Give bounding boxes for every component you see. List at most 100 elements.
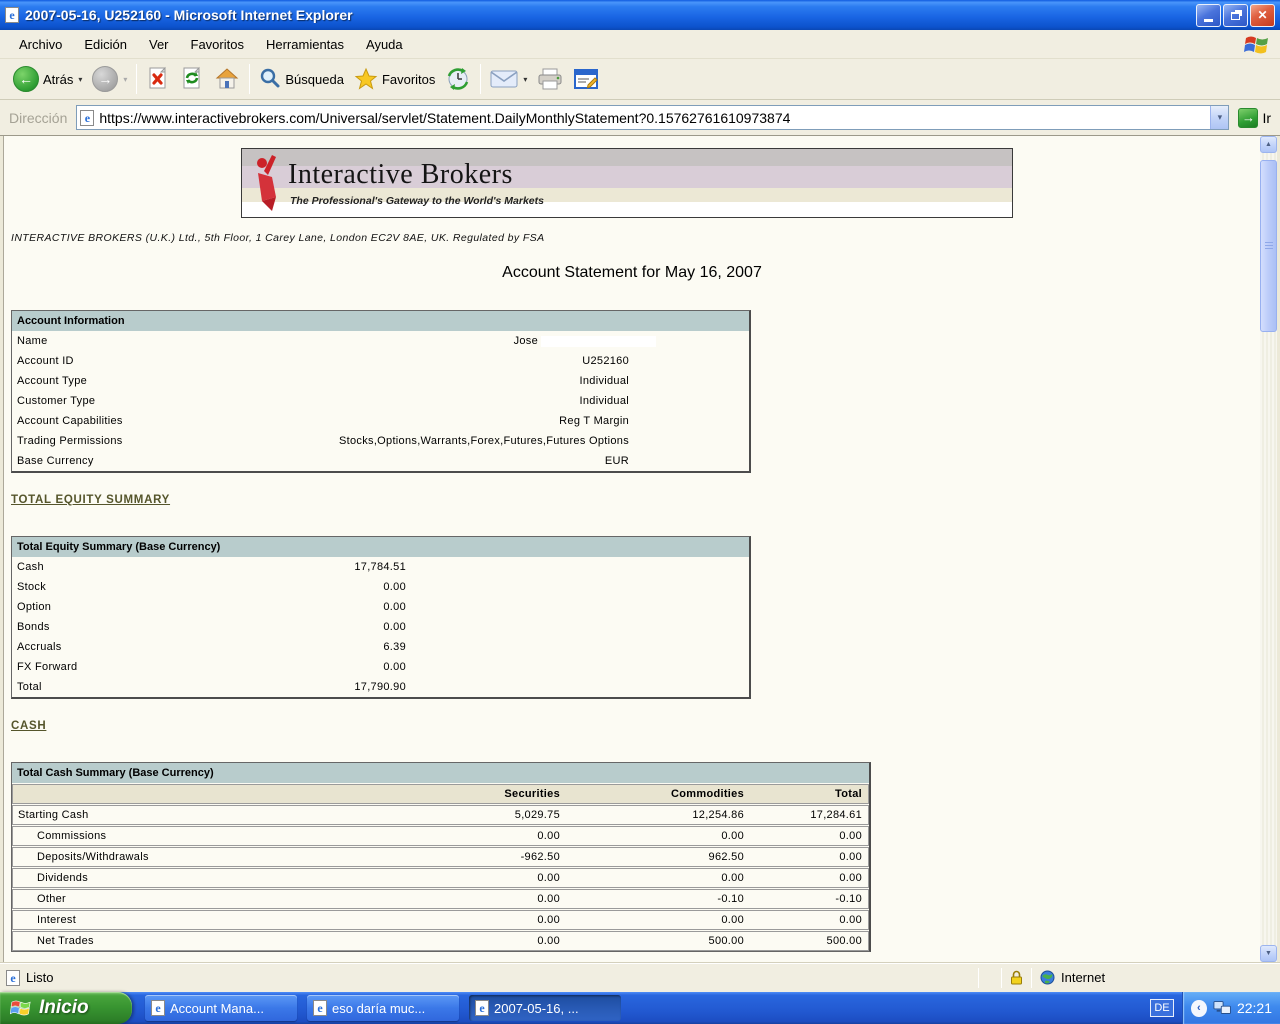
refresh-button[interactable] — [175, 62, 209, 96]
table-row: Other 0.00 -0.10 -0.10 — [12, 889, 869, 909]
forward-dropdown-icon[interactable]: ▾ — [123, 75, 127, 84]
chevron-down-icon: ▾ — [1217, 112, 1223, 122]
mail-button[interactable]: ▾ — [485, 62, 532, 96]
restore-button[interactable] — [1223, 3, 1248, 27]
table-row: Trading Permissions Stocks,Options,Warra… — [12, 431, 749, 451]
close-button[interactable]: ✕ — [1250, 3, 1275, 27]
row-label: Starting Cash — [18, 809, 89, 821]
stop-button[interactable] — [141, 62, 175, 96]
taskbar-task-account-management[interactable]: e Account Mana... — [145, 995, 297, 1021]
ie-page-icon: e — [80, 109, 95, 126]
row-value: Stocks,Options,Warrants,Forex,Futures,Fu… — [339, 435, 629, 447]
favorites-button[interactable]: Favoritos — [349, 62, 440, 96]
vertical-scrollbar[interactable]: ▲ ▼ — [1260, 136, 1277, 962]
go-label: Ir — [1262, 109, 1271, 126]
menu-favoritos[interactable]: Favoritos — [180, 37, 255, 52]
back-dropdown-icon[interactable]: ▾ — [78, 75, 82, 84]
search-icon — [261, 68, 280, 88]
table-row: Starting Cash 5,029.75 12,254.86 17,284.… — [12, 805, 869, 825]
scroll-up-button[interactable]: ▲ — [1260, 136, 1277, 153]
toolbar-separator — [136, 64, 138, 94]
ie-page-icon: e — [313, 1000, 327, 1016]
hide-icons-chevron-icon[interactable]: ‹ — [1191, 999, 1207, 1017]
search-button[interactable]: Búsqueda — [254, 62, 349, 96]
row-label: Name — [17, 335, 48, 347]
forward-icon: → — [92, 66, 119, 92]
history-icon — [448, 68, 469, 90]
row-label: Total — [17, 681, 42, 693]
taskbar-clock[interactable]: 22:21 — [1237, 1000, 1272, 1016]
row-value: 0.00 — [383, 661, 406, 673]
status-text: Listo — [26, 970, 54, 985]
mail-dropdown-icon[interactable]: ▾ — [523, 75, 527, 84]
table-row: Total 17,790.90 — [12, 677, 749, 697]
table-header: Account Information — [12, 311, 749, 331]
toolbar-separator — [249, 64, 251, 94]
edit-button[interactable] — [568, 62, 604, 96]
system-tray: ‹ 22:21 — [1182, 992, 1280, 1024]
taskbar-task-statement-active[interactable]: e 2007-05-16, ... — [469, 995, 621, 1021]
start-windows-flag-icon — [10, 1000, 31, 1016]
menu-ayuda[interactable]: Ayuda — [355, 37, 414, 52]
forward-button[interactable]: → ▾ — [87, 62, 132, 96]
table-row: Bonds 0.00 — [12, 617, 749, 637]
go-arrow-icon: → — [1238, 107, 1259, 128]
total-equity-summary-table: Total Equity Summary (Base Currency) Cas… — [11, 536, 751, 699]
menu-edicion[interactable]: Edición — [73, 37, 138, 52]
row-value: Jose — [317, 335, 749, 347]
print-button[interactable] — [532, 62, 568, 96]
back-icon: ← — [13, 66, 39, 92]
home-button[interactable] — [209, 62, 245, 96]
interactive-brokers-logo-icon — [252, 153, 282, 218]
menu-archivo[interactable]: Archivo — [8, 37, 73, 52]
scrollbar-thumb[interactable] — [1260, 160, 1277, 332]
row-value: 0.00 — [383, 621, 406, 633]
menu-herramientas[interactable]: Herramientas — [255, 37, 355, 52]
cell-securities: -962.50 — [520, 851, 560, 863]
row-label: Customer Type — [17, 395, 96, 407]
row-label: Interest — [37, 914, 77, 926]
table-row: Name Jose — [12, 331, 749, 351]
back-button[interactable]: ← Atrás ▾ — [8, 62, 87, 96]
minimize-icon — [1204, 18, 1213, 22]
cell-total: 0.00 — [839, 914, 862, 926]
cell-commodities: 962.50 — [708, 851, 744, 863]
history-button[interactable] — [440, 62, 476, 96]
cell-securities: 0.00 — [537, 872, 560, 884]
cell-securities: 0.00 — [537, 914, 560, 926]
row-value: U252160 — [582, 355, 629, 367]
lock-icon — [1011, 970, 1022, 985]
row-label: Deposits/Withdrawals — [37, 851, 149, 863]
column-header-securities: Securities — [504, 788, 560, 800]
table-row: Stock 0.00 — [12, 577, 749, 597]
task-label: Account Mana... — [170, 1000, 264, 1016]
cell-commodities: -0.10 — [717, 893, 744, 905]
print-icon — [538, 68, 562, 90]
row-label: Option — [17, 601, 52, 613]
table-row: Customer Type Individual — [12, 391, 749, 411]
address-dropdown-button[interactable]: ▾ — [1210, 106, 1229, 129]
menu-ver[interactable]: Ver — [138, 37, 180, 52]
internet-globe-icon — [1040, 970, 1055, 985]
browser-content: Interactive Brokers The Professional's G… — [3, 136, 1277, 962]
network-icon[interactable] — [1213, 1000, 1231, 1016]
interactive-brokers-banner: Interactive Brokers The Professional's G… — [241, 148, 1013, 218]
row-label: Cash — [17, 561, 44, 573]
address-url[interactable]: https://www.interactivebrokers.com/Unive… — [99, 110, 1205, 126]
total-equity-summary-link[interactable]: TOTAL EQUITY SUMMARY — [11, 494, 170, 506]
scroll-down-button[interactable]: ▼ — [1260, 945, 1277, 962]
cash-link[interactable]: CASH — [11, 720, 46, 732]
cell-securities: 5,029.75 — [514, 809, 560, 821]
address-input[interactable]: e https://www.interactivebrokers.com/Uni… — [76, 105, 1230, 130]
language-indicator[interactable]: DE — [1150, 999, 1174, 1017]
taskbar-task-eso-daria[interactable]: e eso daría muc... — [307, 995, 459, 1021]
task-label: eso daría muc... — [332, 1000, 426, 1016]
name-redaction-box — [541, 335, 656, 347]
cell-securities: 0.00 — [537, 893, 560, 905]
go-button[interactable]: → Ir — [1234, 107, 1275, 128]
status-zone-pane: Internet — [1032, 963, 1280, 992]
favorites-star-icon — [354, 67, 378, 90]
minimize-button[interactable] — [1196, 3, 1221, 27]
row-label: Accruals — [17, 641, 62, 653]
start-button[interactable]: Inicio — [0, 992, 132, 1024]
